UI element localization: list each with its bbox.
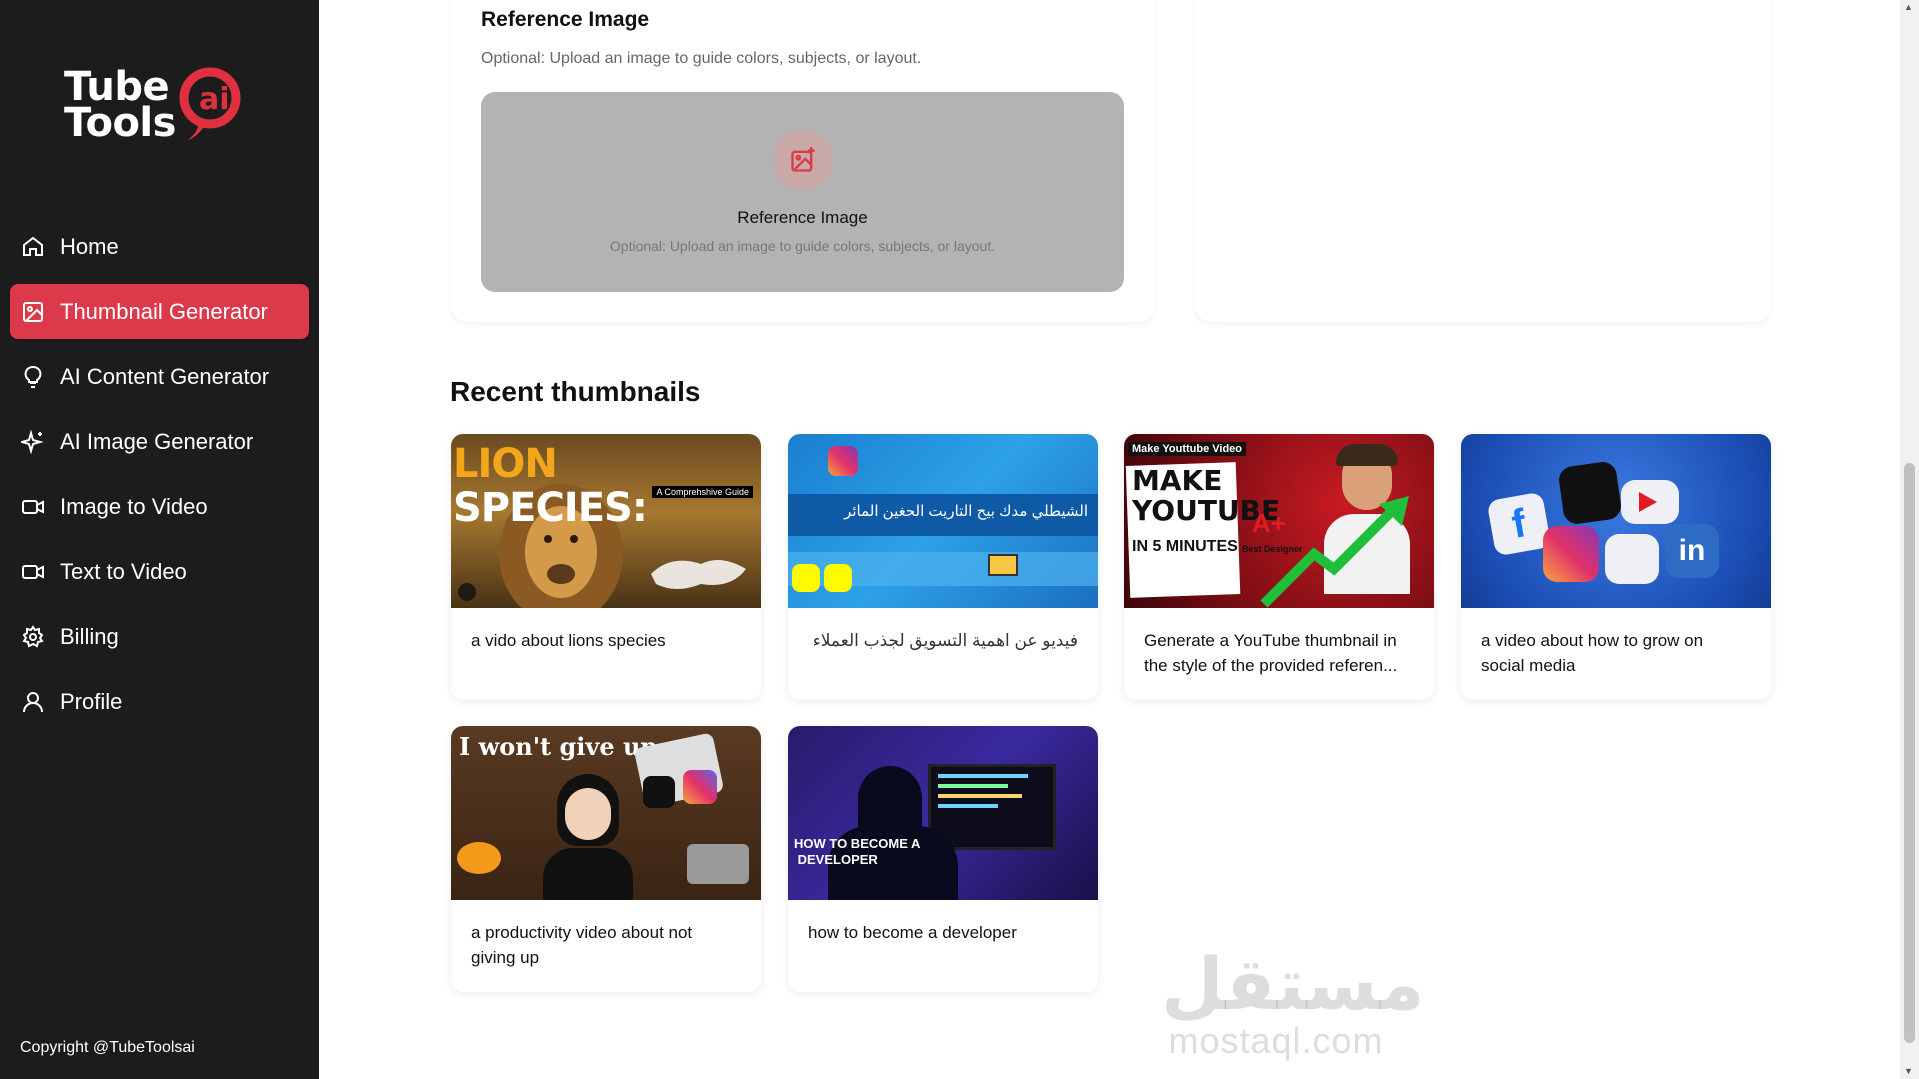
thumbnail-caption: فيديو عن اهمية التسويق لجذب العملاء — [812, 631, 1078, 650]
sidebar-nav: Home Thumbnail Generator AI Content Gene… — [10, 219, 309, 739]
thumbnail-image: I won't give up. — [451, 726, 761, 900]
copyright: Copyright @TubeToolsai — [20, 1039, 195, 1056]
thumbnail-image: الشيطلي مدك بيح التاريت الحغين المائر — [788, 434, 1098, 608]
image-plus-icon — [773, 130, 833, 190]
main-content: Reference Image Optional: Upload an imag… — [319, 0, 1900, 1079]
thumbnail-card[interactable]: HOW TO BECOME A DEVELOPER how to become … — [788, 726, 1098, 992]
user-icon — [20, 689, 46, 715]
sidebar-item-home[interactable]: Home — [10, 219, 309, 274]
reference-subtitle: Optional: Upload an image to guide color… — [481, 50, 922, 67]
thumbnail-card[interactable]: LION SPECIES: A Comprehshive Guide a vid… — [451, 434, 761, 700]
gear-icon — [20, 624, 46, 650]
thumbnail-card[interactable]: f in a video about how to grow on social… — [1461, 434, 1771, 700]
logo-ai-badge-icon: ai — [179, 67, 241, 140]
thumbnail-card[interactable]: I won't give up. a productivity video ab… — [451, 726, 761, 992]
thumbnail-image: Make Youttube Video MAKE YOUTUBE IN 5 MIN… — [1124, 434, 1434, 608]
recent-thumbnails-title: Recent thumbnails — [450, 376, 701, 407]
scrollbar-thumb[interactable] — [1904, 463, 1915, 1043]
thumbnail-caption: a video about how to grow on social medi… — [1481, 631, 1704, 675]
dropzone-title: Reference Image — [737, 208, 868, 227]
sidebar-item-profile[interactable]: Profile — [10, 674, 309, 729]
sidebar: Tube Tools ai Home Thumbnail Generator A… — [0, 0, 319, 1079]
sidebar-item-image-to-video[interactable]: Image to Video — [10, 479, 309, 534]
scroll-up-icon[interactable]: ▲ — [1904, 2, 1913, 12]
sidebar-item-ai-image-generator[interactable]: AI Image Generator — [10, 414, 309, 469]
sidebar-item-billing[interactable]: Billing — [10, 609, 309, 664]
sidebar-item-label: Home — [60, 233, 119, 259]
dropzone-subtitle: Optional: Upload an image to guide color… — [609, 238, 996, 254]
thumbnail-image: HOW TO BECOME A DEVELOPER — [788, 726, 1098, 900]
sidebar-item-ai-content-generator[interactable]: AI Content Generator — [10, 349, 309, 404]
sidebar-item-label: Image to Video — [60, 493, 208, 519]
sidebar-item-label: AI Image Generator — [60, 428, 254, 454]
video-icon — [20, 494, 46, 520]
sparkles-icon — [20, 429, 46, 455]
thumbnail-caption: a vido about lions species — [471, 631, 666, 650]
sidebar-item-label: AI Content Generator — [60, 363, 270, 389]
sidebar-item-label: Thumbnail Generator — [60, 298, 268, 324]
thumbnail-caption: how to become a developer — [808, 923, 1017, 942]
lightbulb-icon — [20, 364, 46, 390]
sidebar-item-text-to-video[interactable]: Text to Video — [10, 544, 309, 599]
sidebar-item-thumbnail-generator[interactable]: Thumbnail Generator — [10, 284, 309, 339]
home-icon — [20, 234, 46, 260]
svg-text:ai: ai — [199, 82, 230, 117]
thumbnail-image: LION SPECIES: A Comprehshive Guide — [451, 434, 761, 608]
thumbnail-card[interactable]: Make Youttube Video MAKE YOUTUBE IN 5 MIN… — [1124, 434, 1434, 700]
thumbnail-caption: a productivity video about not giving up — [471, 923, 693, 967]
vertical-scrollbar[interactable]: ▲ ▼ — [1900, 0, 1919, 1079]
sidebar-item-label: Profile — [60, 688, 123, 714]
watermark-latin: mostaql.com — [1168, 1020, 1384, 1061]
watermark: مستقل mostaql.com — [1161, 945, 1425, 1062]
app-logo[interactable]: Tube Tools ai — [62, 60, 262, 150]
sidebar-item-label: Text to Video — [60, 558, 187, 584]
thumbnail-caption: Generate a YouTube thumbnail in the styl… — [1144, 631, 1398, 675]
thumbnail-card[interactable]: الشيطلي مدك بيح التاريت الحغين المائر في… — [788, 434, 1098, 700]
thumbnail-image: f in — [1461, 434, 1771, 608]
scroll-down-icon[interactable]: ▼ — [1904, 1066, 1913, 1076]
reference-image-dropzone[interactable]: Reference Image Optional: Upload an imag… — [481, 92, 1124, 292]
image-icon — [20, 299, 46, 325]
settings-card — [1195, 0, 1771, 322]
logo-line2: Tools — [64, 100, 176, 146]
sidebar-item-label: Billing — [60, 623, 119, 649]
video-icon — [20, 559, 46, 585]
watermark-arabic: مستقل — [1161, 945, 1425, 1025]
reference-title: Reference Image — [481, 8, 650, 31]
